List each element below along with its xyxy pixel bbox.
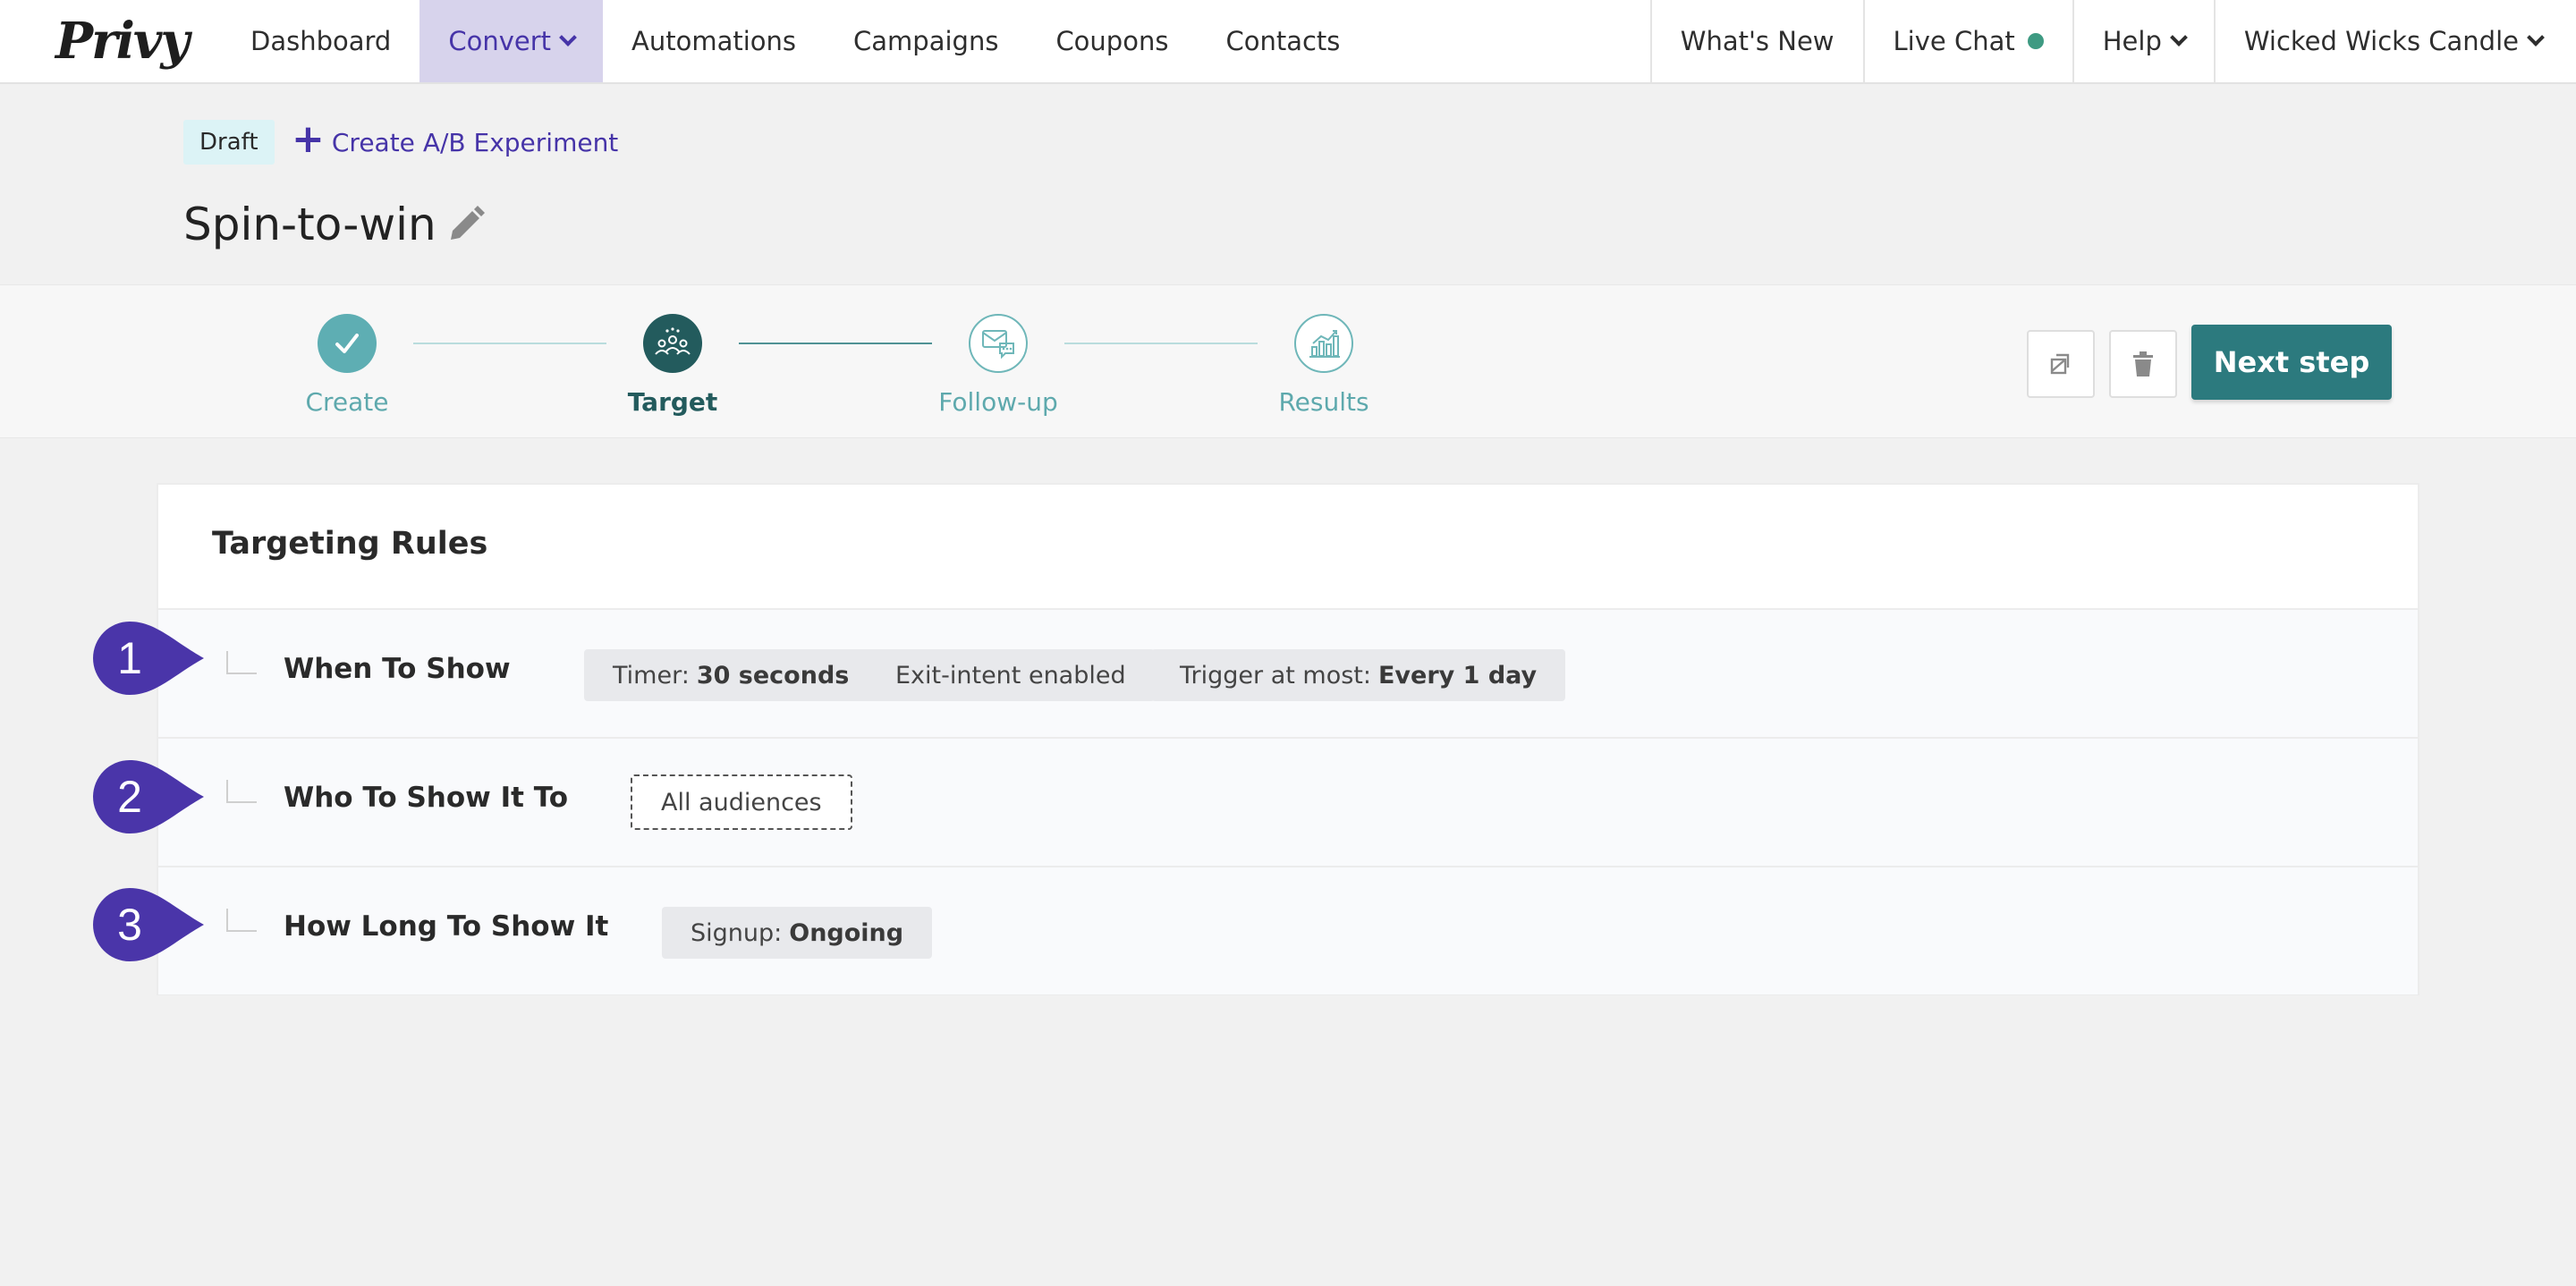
next-step-button[interactable]: Next step	[2191, 325, 2392, 400]
nav-right: What's New Live Chat Help Wicked Wicks C…	[1649, 0, 2576, 82]
timer-pill[interactable]: Timer: 30 seconds	[584, 649, 878, 701]
nav-automations[interactable]: Automations	[603, 0, 825, 82]
pill-prefix: All audiences	[661, 788, 822, 816]
create-ab-experiment-label: Create A/B Experiment	[331, 127, 619, 157]
rule-name: When To Show	[284, 653, 511, 685]
targeting-rules-card: Targeting Rules When To Show Timer: 30 se…	[157, 483, 2419, 995]
pill-prefix: Exit-intent enabled	[895, 661, 1126, 690]
step-marker-3: 3	[93, 888, 204, 961]
copy-icon	[2050, 353, 2070, 375]
page-title: Spin-to-win	[183, 199, 436, 250]
tree-connector	[226, 651, 257, 674]
step-connector	[739, 343, 932, 344]
step-results[interactable]: Results	[1234, 314, 1413, 417]
rule-name: How Long To Show It	[284, 910, 609, 943]
trash-icon	[2133, 351, 2153, 376]
pill-prefix: Trigger at most:	[1180, 661, 1371, 690]
help-label: Help	[2102, 26, 2162, 56]
pill-value: Every 1 day	[1377, 661, 1538, 690]
email-chat-icon	[969, 314, 1028, 373]
nav-live-chat[interactable]: Live Chat	[1862, 0, 2072, 82]
nav-convert-label: Convert	[448, 26, 552, 56]
step-connector	[1064, 343, 1258, 344]
nav-contacts[interactable]: Contacts	[1197, 0, 1368, 82]
chevron-down-icon	[559, 29, 577, 47]
step-target-label: Target	[627, 387, 718, 417]
rule-how-long-to-show[interactable]: How Long To Show It Signup: Ongoing	[158, 866, 2418, 994]
progress-stepper: Create Target Follow-up Results Next ste…	[0, 284, 2576, 438]
step-target[interactable]: Target	[583, 314, 762, 417]
step-marker-2: 2	[93, 760, 204, 833]
marker-number: 2	[117, 772, 142, 822]
nav-contacts-label: Contacts	[1225, 26, 1341, 56]
pill-prefix: Timer:	[613, 661, 690, 690]
nav-dashboard[interactable]: Dashboard	[222, 0, 419, 82]
nav-campaigns-label: Campaigns	[853, 26, 999, 56]
nav-coupons-label: Coupons	[1055, 26, 1169, 56]
top-nav: Privy Dashboard Convert Automations Camp…	[0, 0, 2576, 84]
pill-value: 30 seconds	[696, 661, 850, 690]
step-create-label: Create	[305, 387, 389, 417]
chevron-down-icon	[2169, 29, 2188, 47]
step-follow-up[interactable]: Follow-up	[909, 314, 1088, 417]
step-marker-1: 1	[93, 622, 204, 695]
tree-connector	[226, 780, 257, 803]
privy-logo[interactable]: Privy	[0, 0, 222, 82]
bar-chart-icon	[1294, 314, 1353, 373]
rule-when-to-show[interactable]: When To Show Timer: 30 seconds Exit-inten…	[158, 608, 2418, 737]
nav-coupons[interactable]: Coupons	[1027, 0, 1197, 82]
nav-convert[interactable]: Convert	[419, 0, 604, 82]
create-ab-experiment-link[interactable]: + Create A/B Experiment	[292, 120, 618, 165]
card-title: Targeting Rules	[212, 526, 488, 562]
nav-automations-label: Automations	[631, 26, 797, 56]
marker-number: 3	[117, 900, 142, 950]
pencil-icon[interactable]	[444, 202, 488, 247]
duplicate-button[interactable]	[2027, 330, 2095, 398]
step-results-label: Results	[1278, 387, 1369, 417]
pill-value: Ongoing	[789, 918, 904, 947]
status-badge: Draft	[183, 120, 275, 165]
plus-icon: +	[292, 116, 325, 162]
step-create[interactable]: Create	[258, 314, 436, 417]
audience-icon	[643, 314, 702, 373]
exit-intent-pill[interactable]: Exit-intent enabled	[867, 649, 1155, 701]
online-status-dot-icon	[2027, 33, 2044, 49]
trigger-frequency-pill[interactable]: Trigger at most: Every 1 day	[1151, 649, 1566, 701]
nav-dashboard-label: Dashboard	[250, 26, 392, 56]
rule-who-to-show[interactable]: Who To Show It To All audiences	[158, 737, 2418, 866]
marker-number: 1	[117, 633, 142, 683]
whats-new-label: What's New	[1680, 26, 1835, 56]
checkmark-icon	[318, 314, 377, 373]
step-connector	[413, 343, 606, 344]
signup-duration-pill[interactable]: Signup: Ongoing	[662, 907, 933, 959]
pill-prefix: Signup:	[691, 918, 783, 947]
nav-campaigns[interactable]: Campaigns	[825, 0, 1027, 82]
account-name: Wicked Wicks Candle	[2243, 26, 2519, 56]
tree-connector	[226, 909, 257, 932]
audience-pill[interactable]: All audiences	[631, 774, 852, 830]
delete-button[interactable]	[2109, 330, 2177, 398]
rule-name: Who To Show It To	[284, 782, 569, 814]
nav-whats-new[interactable]: What's New	[1649, 0, 1863, 82]
nav-account[interactable]: Wicked Wicks Candle	[2213, 0, 2576, 82]
live-chat-label: Live Chat	[1893, 26, 2015, 56]
chevron-down-icon	[2527, 29, 2545, 47]
nav-help[interactable]: Help	[2072, 0, 2214, 82]
step-follow-up-label: Follow-up	[938, 387, 1058, 417]
